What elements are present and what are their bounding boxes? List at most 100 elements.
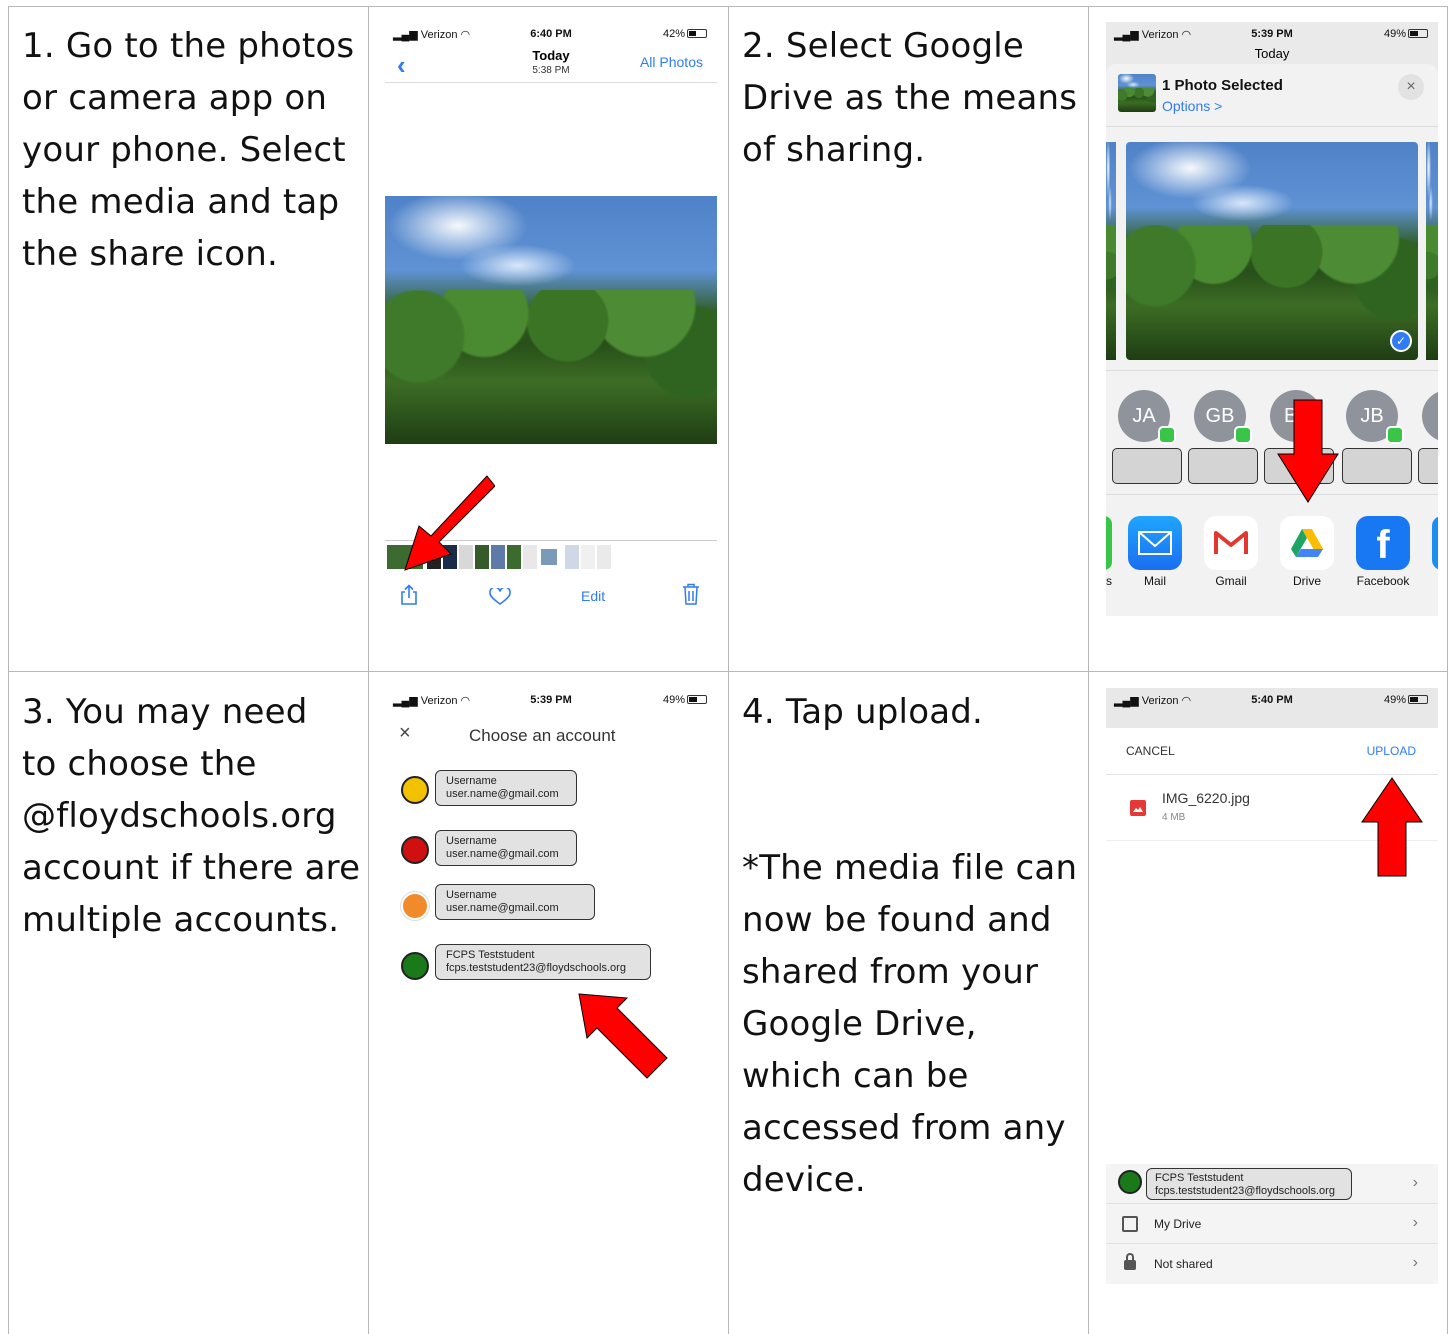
contacts-divider bbox=[1106, 494, 1438, 495]
contact-initials: JA bbox=[1132, 405, 1156, 427]
screenshot-photos-app: ▂▄▆ Verizon ◠ 6:40 PM 42% ‹ Today 5:38 P… bbox=[385, 22, 717, 616]
thumbnail[interactable] bbox=[523, 545, 537, 569]
selected-checkmark-icon[interactable]: ✓ bbox=[1390, 330, 1412, 352]
step-1-line: your phone. Select bbox=[22, 130, 346, 170]
my-drive-label: My Drive bbox=[1154, 1217, 1202, 1231]
message-badge-icon bbox=[1386, 426, 1404, 444]
step-4-note-line: which can be bbox=[742, 1056, 969, 1096]
battery-icon bbox=[687, 695, 707, 704]
thumbnail[interactable] bbox=[581, 545, 595, 569]
account-avatar bbox=[1118, 1170, 1142, 1194]
account-row[interactable]: FCPS Teststudent fcps.teststudent23@floyd… bbox=[1106, 1164, 1438, 1204]
selected-count: 1 Photo Selected bbox=[1162, 77, 1283, 94]
sheet-header-divider bbox=[1106, 126, 1438, 127]
mail-app-icon[interactable] bbox=[1128, 516, 1182, 570]
destination-list: FCPS Teststudent fcps.teststudent23@floyd… bbox=[1106, 1164, 1438, 1284]
header-divider bbox=[1106, 774, 1438, 775]
nav-divider bbox=[385, 82, 717, 83]
step-1-line: the media and tap bbox=[22, 182, 340, 222]
upload-button[interactable]: UPLOAD bbox=[1367, 744, 1416, 758]
message-badge-icon bbox=[1234, 426, 1252, 444]
app-label: s bbox=[1106, 574, 1112, 588]
app-label: Gmail bbox=[1215, 574, 1247, 588]
battery-icon bbox=[687, 29, 707, 38]
drive-folder-icon bbox=[1122, 1216, 1138, 1232]
chevron-right-icon: › bbox=[1412, 1174, 1418, 1191]
account-option[interactable]: Username user.name@gmail.com bbox=[435, 830, 577, 866]
account-name: Username bbox=[446, 889, 497, 901]
drive-app-icon[interactable] bbox=[1280, 516, 1334, 570]
account-option[interactable]: Username user.name@gmail.com bbox=[435, 770, 577, 806]
lock-icon bbox=[1124, 1260, 1136, 1270]
step-3-line: account if there are bbox=[22, 848, 361, 888]
table-border-left bbox=[8, 6, 9, 1334]
account-avatar[interactable] bbox=[401, 952, 429, 980]
options-link[interactable]: Options > bbox=[1162, 98, 1222, 114]
trash-icon[interactable] bbox=[681, 583, 701, 605]
edit-button[interactable]: Edit bbox=[581, 588, 605, 604]
step-3-line: to choose the bbox=[22, 744, 257, 784]
account-email: fcps.teststudent23@floydschools.org bbox=[1155, 1185, 1335, 1197]
app-icon-partial[interactable] bbox=[1432, 516, 1438, 570]
step-4-note-line: *The media file can bbox=[742, 848, 1078, 888]
image-file-icon bbox=[1130, 800, 1146, 816]
contact-avatar[interactable] bbox=[1422, 390, 1438, 442]
contact-name-box bbox=[1188, 448, 1258, 484]
carousel-photo-main[interactable] bbox=[1126, 142, 1418, 361]
contact-name-box bbox=[1418, 448, 1438, 484]
account-email: user.name@gmail.com bbox=[446, 902, 559, 914]
app-label: Drive bbox=[1292, 574, 1321, 588]
all-photos-link[interactable]: All Photos bbox=[640, 54, 703, 70]
table-divider-3 bbox=[1088, 6, 1089, 1334]
battery-indicator: 49% bbox=[1384, 694, 1428, 706]
status-bar: ▂▄▆ Verizon ◠ 6:40 PM 42% bbox=[385, 22, 717, 42]
chevron-right-icon: › bbox=[1412, 1214, 1418, 1231]
account-option-floydschools[interactable]: FCPS Teststudent fcps.teststudent23@floyd… bbox=[435, 944, 651, 980]
step-2-text: 2. Select Google Drive as the means of s… bbox=[742, 20, 1082, 176]
account-name: Username bbox=[446, 835, 497, 847]
file-name: IMG_6220.jpg bbox=[1162, 790, 1250, 806]
account-email: fcps.teststudent23@floydschools.org bbox=[446, 962, 626, 974]
step-4-note-line: accessed from any bbox=[742, 1108, 1066, 1148]
battery-level bbox=[1410, 31, 1418, 36]
gmail-app-icon[interactable] bbox=[1204, 516, 1258, 570]
thumbnail[interactable] bbox=[541, 549, 557, 565]
account-avatar[interactable] bbox=[401, 776, 429, 804]
thumbnail[interactable] bbox=[507, 545, 521, 569]
account-chip: FCPS Teststudent fcps.teststudent23@floyd… bbox=[1146, 1168, 1352, 1200]
step-2-line: Drive as the means bbox=[742, 78, 1078, 118]
account-option[interactable]: Username user.name@gmail.com bbox=[435, 884, 595, 920]
step-3-text: 3. You may need to choose the @floydscho… bbox=[22, 686, 362, 946]
step-1-line: or camera app on bbox=[22, 78, 328, 118]
thumbnail[interactable] bbox=[565, 545, 579, 569]
sheet-backdrop bbox=[1106, 708, 1438, 728]
close-icon[interactable]: × bbox=[1398, 74, 1424, 100]
account-avatar[interactable] bbox=[401, 836, 429, 864]
step-4-line: 4. Tap upload. bbox=[742, 692, 984, 732]
sharing-row[interactable]: Not shared › bbox=[1106, 1244, 1438, 1284]
facebook-app-icon[interactable]: f bbox=[1356, 516, 1410, 570]
carousel-photo-right bbox=[1426, 142, 1438, 361]
status-bar: ▂▄▆ Verizon ◠ 5:40 PM 49% bbox=[1106, 688, 1438, 708]
cancel-button[interactable]: CANCEL bbox=[1126, 744, 1175, 758]
envelope-icon bbox=[1138, 531, 1172, 555]
thumbnail[interactable] bbox=[597, 545, 611, 569]
app-icon-partial[interactable] bbox=[1106, 516, 1112, 570]
share-icon[interactable] bbox=[399, 584, 419, 606]
table-divider-2 bbox=[728, 6, 729, 1334]
battery-indicator: 49% bbox=[1384, 28, 1428, 40]
heart-icon[interactable] bbox=[489, 588, 511, 606]
battery-level bbox=[689, 697, 697, 702]
account-avatar[interactable] bbox=[401, 892, 429, 920]
table-border-right bbox=[1447, 6, 1448, 1334]
carousel-photo-left bbox=[1106, 142, 1116, 361]
status-bar: ▂▄▆ Verizon ◠ 5:39 PM 49% bbox=[1106, 22, 1438, 42]
account-name: FCPS Teststudent bbox=[1155, 1172, 1244, 1184]
red-arrow-to-account bbox=[578, 993, 668, 1079]
battery-icon bbox=[1408, 29, 1428, 38]
battery-level bbox=[689, 31, 696, 36]
my-drive-row[interactable]: My Drive › bbox=[1106, 1204, 1438, 1244]
step-2-line: 2. Select Google bbox=[742, 26, 1025, 66]
close-icon[interactable]: × bbox=[399, 722, 411, 745]
step-1-line: 1. Go to the photos bbox=[22, 26, 355, 66]
